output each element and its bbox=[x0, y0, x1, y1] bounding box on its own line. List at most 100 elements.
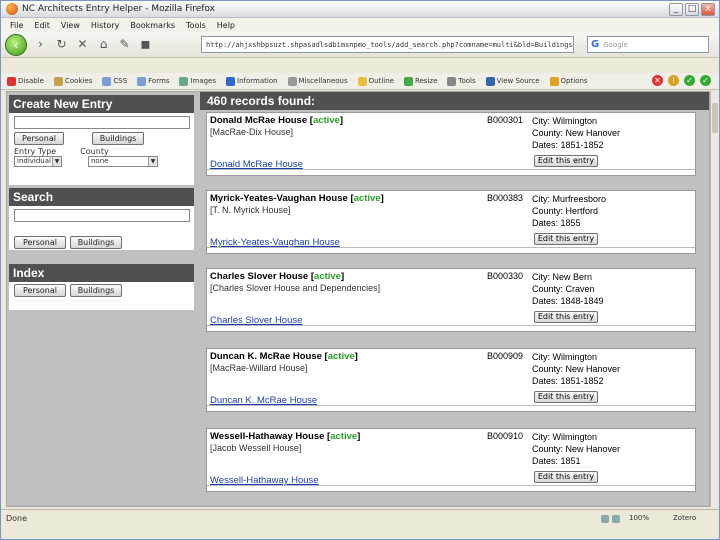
record-dates: Dates: 1851 bbox=[532, 456, 581, 466]
search-input[interactable]: G Google bbox=[587, 36, 709, 53]
back-button[interactable]: ‹ bbox=[5, 33, 27, 56]
tb-options[interactable]: Options bbox=[549, 76, 588, 86]
index-box: Index Personal Buildings bbox=[9, 264, 194, 310]
title-bar: NC Architects Entry Helper - Mozilla Fir… bbox=[1, 1, 719, 18]
create-entry-input[interactable] bbox=[14, 116, 190, 129]
record-name-row: Myrick-Yeates-Vaughan House [active] bbox=[210, 193, 384, 204]
chevron-down-icon: ▼ bbox=[52, 157, 61, 166]
record-meta: City: Wilmington County: New Hanover Dates… bbox=[532, 431, 620, 467]
menu-tools[interactable]: Tools bbox=[186, 21, 206, 30]
tools-icon bbox=[447, 76, 457, 86]
record-status: active bbox=[312, 115, 340, 126]
edit-entry-button[interactable]: Edit this entry bbox=[534, 311, 598, 323]
create-personal-button[interactable]: Personal bbox=[14, 132, 64, 145]
record-county: County: Craven bbox=[532, 284, 595, 294]
record-card: Wessell-Hathaway House [active] [Jacob W… bbox=[206, 428, 696, 492]
tb-information[interactable]: Information bbox=[226, 76, 278, 86]
index-personal-button[interactable]: Personal bbox=[14, 284, 66, 297]
reload-icon[interactable]: ↻ bbox=[54, 37, 69, 52]
record-county: County: New Hanover bbox=[532, 128, 621, 138]
misc-icon bbox=[287, 76, 297, 86]
record-link[interactable]: Duncan K. McRae House bbox=[210, 395, 317, 406]
ok2-icon[interactable]: ✓ bbox=[700, 75, 711, 86]
record-alias: [MacRae-Dix House] bbox=[210, 127, 294, 137]
zoom-level[interactable]: 100% bbox=[629, 514, 649, 522]
view-source-icon bbox=[485, 76, 495, 86]
menu-edit[interactable]: Edit bbox=[34, 21, 50, 30]
tb-resize[interactable]: Resize bbox=[403, 76, 437, 86]
record-name: Wessell-Hathaway House bbox=[210, 431, 325, 442]
search-field[interactable] bbox=[14, 209, 190, 222]
county-select[interactable]: none ▼ bbox=[88, 156, 158, 167]
menu-history[interactable]: History bbox=[91, 21, 119, 30]
google-icon: G bbox=[591, 39, 600, 50]
search-box: Search Personal Buildings bbox=[9, 188, 194, 250]
tb-disable[interactable]: Disable bbox=[7, 76, 44, 86]
window-title: NC Architects Entry Helper - Mozilla Fir… bbox=[22, 4, 215, 14]
stop-icon[interactable]: ✕ bbox=[75, 37, 90, 52]
firefox-icon bbox=[6, 3, 18, 15]
tb-tools[interactable]: Tools bbox=[447, 76, 476, 86]
menu-view[interactable]: View bbox=[61, 21, 80, 30]
record-link[interactable]: Charles Slover House bbox=[210, 315, 302, 326]
record-county: County: New Hanover bbox=[532, 364, 621, 374]
entry-type-select[interactable]: individual ▼ bbox=[14, 156, 62, 167]
record-dates: Dates: 1848-1849 bbox=[532, 296, 604, 306]
record-dates: Dates: 1851-1852 bbox=[532, 376, 604, 386]
tb-css[interactable]: CSS bbox=[102, 76, 127, 86]
menu-help[interactable]: Help bbox=[217, 21, 235, 30]
ok-icon[interactable]: ✓ bbox=[684, 75, 695, 86]
results-panel: 460 records found: Donald McRae House [a… bbox=[200, 92, 709, 506]
record-name: Donald McRae House bbox=[210, 115, 308, 126]
options-icon bbox=[549, 76, 559, 86]
record-id: B000383 bbox=[487, 193, 524, 203]
search-personal-button[interactable]: Personal bbox=[14, 236, 66, 249]
menu-file[interactable]: File bbox=[10, 21, 23, 30]
url-input[interactable]: http://ahjxshbpsuzt.shpasadlsdbimsnpmo_t… bbox=[201, 36, 574, 53]
index-buildings-button[interactable]: Buildings bbox=[70, 284, 122, 297]
navigation-toolbar: ‹ › ↻ ✕ ⌂ ✎ ◼ http://ahjxshbpsuzt.shpasa… bbox=[1, 32, 719, 58]
record-name-row: Wessell-Hathaway House [active] bbox=[210, 431, 361, 442]
menu-bookmarks[interactable]: Bookmarks bbox=[130, 21, 175, 30]
edit-entry-button[interactable]: Edit this entry bbox=[534, 155, 598, 167]
addon2-icon[interactable] bbox=[612, 515, 620, 523]
record-meta: City: Wilmington County: New Hanover Dates… bbox=[532, 115, 620, 151]
resize-icon bbox=[403, 76, 413, 86]
record-link[interactable]: Wessell-Hathaway House bbox=[210, 475, 319, 486]
record-city: City: New Bern bbox=[532, 272, 593, 282]
close-button[interactable]: × bbox=[701, 3, 715, 16]
edit-entry-button[interactable]: Edit this entry bbox=[534, 233, 598, 245]
edit-entry-button[interactable]: Edit this entry bbox=[534, 391, 598, 403]
record-link[interactable]: Donald McRae House bbox=[210, 159, 303, 170]
record-link[interactable]: Myrick-Yeates-Vaughan House bbox=[210, 237, 340, 248]
error-icon[interactable]: ✕ bbox=[652, 75, 663, 86]
edit-icon[interactable]: ✎ bbox=[117, 37, 132, 52]
maximize-button[interactable]: □ bbox=[685, 3, 699, 16]
create-buildings-button[interactable]: Buildings bbox=[92, 132, 144, 145]
record-meta: City: Wilmington County: New Hanover Dates… bbox=[532, 351, 620, 387]
page-scrollbar[interactable] bbox=[710, 91, 719, 507]
home-icon[interactable]: ⌂ bbox=[96, 37, 111, 52]
forward-icon[interactable]: › bbox=[33, 37, 48, 52]
tb-forms[interactable]: Forms bbox=[137, 76, 169, 86]
record-alias: [Jacob Wessell House] bbox=[210, 443, 302, 453]
edit-entry-button[interactable]: Edit this entry bbox=[534, 471, 598, 483]
tb-outline[interactable]: Outline bbox=[357, 76, 394, 86]
search-buildings-button[interactable]: Buildings bbox=[70, 236, 122, 249]
scrollbar-thumb[interactable] bbox=[712, 103, 718, 133]
images-icon bbox=[179, 76, 189, 86]
county-label: County bbox=[80, 147, 109, 156]
tb-view-source[interactable]: View Source bbox=[485, 76, 540, 86]
tb-miscellaneous[interactable]: Miscellaneous bbox=[287, 76, 348, 86]
results-count-header: 460 records found: bbox=[200, 92, 709, 110]
addon-icon[interactable] bbox=[601, 515, 609, 523]
minimize-button[interactable]: _ bbox=[669, 3, 683, 16]
record-city: City: Wilmington bbox=[532, 116, 598, 126]
record-city: City: Wilmington bbox=[532, 432, 598, 442]
css-icon bbox=[102, 76, 112, 86]
warning-icon[interactable]: ! bbox=[668, 75, 679, 86]
tb-cookies[interactable]: Cookies bbox=[53, 76, 92, 86]
tb-images[interactable]: Images bbox=[179, 76, 216, 86]
chat-icon[interactable]: ◼ bbox=[138, 37, 153, 52]
zotero-label[interactable]: Zotero bbox=[673, 514, 696, 522]
